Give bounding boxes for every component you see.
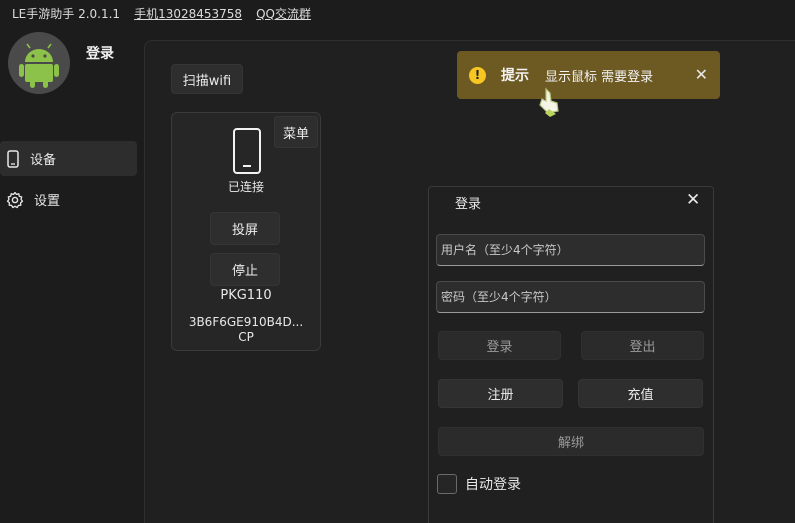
login-button[interactable]: 登录 [438, 331, 561, 360]
device-serial-suffix: CP [238, 330, 254, 344]
username-input[interactable] [436, 234, 705, 266]
toast-title: 提示 [501, 68, 529, 84]
warning-icon: ! [469, 66, 486, 84]
close-icon[interactable]: ✕ [695, 65, 708, 84]
phone-icon [233, 128, 261, 174]
sidebar-item-devices[interactable]: 设备 [0, 141, 137, 176]
qq-group-link[interactable]: QQ交流群 [256, 5, 311, 22]
scan-wifi-button[interactable]: 扫描wifi [171, 64, 243, 94]
unbind-button[interactable]: 解绑 [438, 427, 704, 456]
gear-icon [6, 191, 24, 208]
sidebar-item-label: 设备 [30, 153, 57, 168]
stop-button[interactable]: 停止 [210, 253, 280, 286]
close-icon[interactable]: ✕ [686, 190, 700, 210]
device-serial: 3B6F6GE910B4D... [188, 315, 304, 329]
mouse-cursor-icon [536, 87, 564, 123]
device-menu-button[interactable]: 菜单 [274, 116, 318, 148]
cast-screen-button[interactable]: 投屏 [210, 212, 280, 245]
register-button[interactable]: 注册 [438, 379, 563, 408]
phone-link[interactable]: 手机13028453758 [134, 5, 242, 22]
toast-notification: ! 提示 显示鼠标 需要登录 ✕ [457, 51, 720, 99]
auto-login-label: 自动登录 [465, 477, 521, 493]
sidebar-login-link[interactable]: 登录 [86, 43, 114, 63]
auto-login-checkbox[interactable] [437, 474, 457, 494]
sidebar-item-settings[interactable]: 设置 [0, 182, 137, 217]
title-bar: LE手游助手 2.0.1.1 手机13028453758 QQ交流群 [0, 0, 795, 26]
device-model: PKG110 [220, 288, 272, 303]
recharge-button[interactable]: 充值 [578, 379, 703, 408]
device-status: 已连接 [227, 180, 264, 194]
sidebar-item-label: 设置 [34, 194, 61, 209]
dialog-title: 登录 [455, 197, 482, 212]
toast-message: 显示鼠标 需要登录 [545, 69, 654, 85]
android-avatar-icon [8, 32, 70, 94]
password-input[interactable] [436, 281, 705, 313]
phone-icon [7, 149, 19, 168]
app-title: LE手游助手 2.0.1.1 [12, 6, 121, 21]
logout-button[interactable]: 登出 [581, 331, 704, 360]
